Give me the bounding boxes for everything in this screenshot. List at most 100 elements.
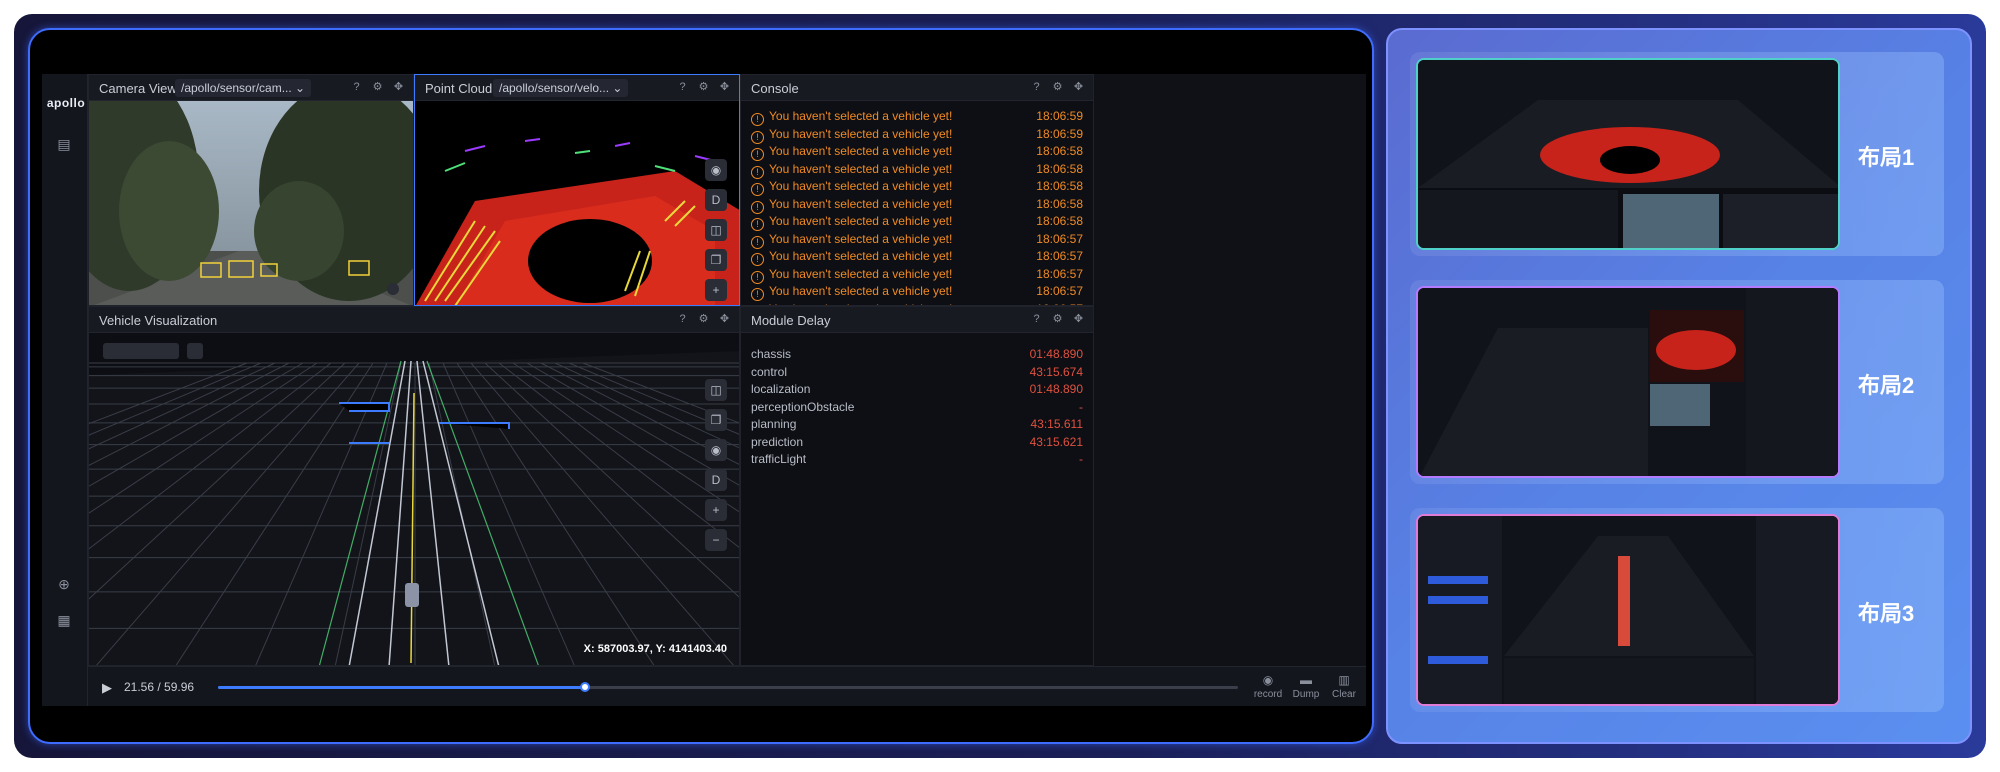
- console-message-time: 18:06:58: [1036, 196, 1083, 211]
- record-label: record: [1253, 689, 1283, 700]
- layout-selector-panel: 布局1 布局2 布局3: [1386, 28, 1972, 744]
- gear-icon[interactable]: ⚙: [1051, 313, 1064, 326]
- module-name: control: [751, 364, 788, 379]
- layers-icon[interactable]: ◉: [705, 159, 727, 181]
- copy-icon[interactable]: ❐: [705, 409, 727, 431]
- gear-icon[interactable]: ⚙: [371, 81, 384, 94]
- dump-button[interactable]: ▬ Dump: [1288, 673, 1324, 700]
- warning-icon: !: [751, 148, 764, 161]
- layout-label: 布局2: [1858, 373, 1915, 398]
- vehicle-visualization-panel: Vehicle Visualization ? ⚙ ✥ ◫ ❐ ◉ D + − …: [88, 306, 740, 666]
- module-delay-value: -: [1079, 452, 1083, 466]
- playback-progress-handle[interactable]: [580, 682, 591, 692]
- clear-button[interactable]: ▥ Clear: [1326, 673, 1362, 700]
- console-message-text: You haven't selected a vehicle yet!: [769, 249, 953, 263]
- console-message-text: You haven't selected a vehicle yet!: [769, 126, 953, 141]
- zoom-out-icon[interactable]: −: [705, 529, 727, 551]
- gear-icon[interactable]: ⚙: [1051, 81, 1064, 94]
- coordinate-readout: X: 587003.97, Y: 4141403.40: [583, 643, 727, 655]
- move-icon[interactable]: ✥: [718, 313, 731, 326]
- console-message-time: 18:06:59: [1036, 109, 1083, 123]
- console-message-time: 18:06:58: [1036, 144, 1083, 158]
- help-icon[interactable]: ?: [676, 81, 689, 94]
- move-icon[interactable]: ✥: [1072, 81, 1085, 94]
- layout-label: 布局3: [1858, 601, 1915, 626]
- 2d-3d-toggle-icon[interactable]: D: [705, 189, 727, 211]
- warning-icon: !: [751, 200, 764, 214]
- document-icon[interactable]: ▤: [54, 134, 74, 154]
- module-name: planning: [751, 417, 797, 431]
- panel-header: Camera View /apollo/sensor/cam... ⌄ ? ⚙ …: [89, 75, 413, 101]
- console-message-text: You haven't selected a vehicle yet!: [769, 109, 953, 123]
- gear-icon[interactable]: ⚙: [697, 313, 710, 326]
- module-delay-value: -: [1079, 399, 1083, 414]
- panel-header: Module Delay ? ⚙ ✥: [741, 307, 1093, 333]
- module-name: perceptionObstacle: [751, 399, 855, 414]
- move-icon[interactable]: ✥: [1072, 313, 1085, 326]
- ruler-icon[interactable]: ◫: [705, 219, 727, 241]
- presentation-stage: apollo ▤ ⊕ ▦ Camera View /apollo/sensor/…: [14, 14, 1986, 758]
- move-icon[interactable]: ✥: [392, 81, 405, 94]
- module-name: prediction: [751, 434, 804, 449]
- layout-option-3[interactable]: 布局3: [1410, 508, 1944, 712]
- console-message-text: You haven't selected a vehicle yet!: [769, 214, 953, 228]
- trash-icon: ▥: [1338, 673, 1350, 687]
- warning-icon: !: [751, 253, 764, 266]
- panel-title: Console: [751, 81, 799, 96]
- console-message-text: You haven't selected a vehicle yet!: [769, 144, 953, 158]
- dreamview-app: apollo ▤ ⊕ ▦ Camera View /apollo/sensor/…: [42, 74, 1366, 706]
- folder-icon: ▬: [1300, 673, 1312, 687]
- panel-title: Camera View: [99, 81, 177, 96]
- layout-option-1[interactable]: 布局1: [1410, 52, 1944, 256]
- zoom-in-icon[interactable]: +: [705, 279, 727, 301]
- console-message-text: You haven't selected a vehicle yet!: [769, 266, 953, 281]
- copy-icon[interactable]: ❐: [705, 249, 727, 271]
- warning-icon: !: [751, 218, 764, 231]
- panel-title: Point Cloud: [425, 81, 493, 96]
- move-icon[interactable]: ✥: [718, 81, 731, 94]
- warning-icon: !: [751, 113, 764, 126]
- help-icon[interactable]: ?: [676, 313, 689, 326]
- module-delay-value: 01:48.890: [1029, 347, 1083, 361]
- layout-thumbnail: [1416, 514, 1840, 706]
- point-cloud-view-tools: ◉ D ◫ ❐ + −: [705, 159, 727, 305]
- grid-icon[interactable]: ▦: [54, 610, 74, 630]
- playback-bar: ▶ 21.56 / 59.96 ◉ record ▬ Dump ▥ Clear: [88, 666, 1366, 706]
- warning-icon: !: [751, 288, 764, 301]
- point-cloud-channel-select[interactable]: /apollo/sensor/velo... ⌄: [493, 79, 629, 97]
- help-icon[interactable]: ?: [1030, 81, 1043, 94]
- add-circle-icon[interactable]: ⊕: [54, 574, 74, 594]
- console-message-text: You haven't selected a vehicle yet!: [769, 196, 953, 211]
- clear-label: Clear: [1332, 689, 1356, 700]
- camera-channel-select[interactable]: /apollo/sensor/cam... ⌄: [175, 79, 312, 97]
- gear-icon[interactable]: ⚙: [697, 81, 710, 94]
- 2d-3d-toggle-icon[interactable]: D: [705, 469, 727, 491]
- ruler-icon[interactable]: ◫: [705, 379, 727, 401]
- panel-title: Vehicle Visualization: [99, 313, 218, 328]
- playback-progress-track[interactable]: [218, 682, 1238, 692]
- module-name: localization: [751, 382, 811, 396]
- camera-image: [89, 101, 413, 305]
- module-delay-value: 43:15.674: [1029, 364, 1083, 379]
- module-delay-value: 43:15.611: [1030, 417, 1084, 431]
- help-icon[interactable]: ?: [1030, 313, 1043, 326]
- vehicle-view-tools: ◫ ❐ ◉ D + −: [705, 379, 727, 551]
- zoom-in-icon[interactable]: +: [705, 499, 727, 521]
- play-icon[interactable]: ▶: [102, 680, 112, 696]
- point-cloud-panel: Point Cloud /apollo/sensor/velo... ⌄ ? ⚙…: [414, 74, 740, 306]
- layout-option-2[interactable]: 布局2: [1410, 280, 1944, 484]
- help-icon[interactable]: ?: [350, 81, 363, 94]
- console-panel: Console ? ⚙ ✥ ! You haven't selected a ve…: [740, 74, 1094, 306]
- console-message-time: 18:06:58: [1036, 179, 1083, 193]
- vehicle-3d-scene: [89, 333, 739, 665]
- sidebar: apollo ▤ ⊕ ▦: [42, 74, 88, 706]
- layers-icon[interactable]: ◉: [705, 439, 727, 461]
- warning-icon: !: [751, 270, 764, 284]
- console-message-text: You haven't selected a vehicle yet!: [769, 161, 953, 176]
- console-message-time: 18:06:58: [1036, 214, 1083, 228]
- console-message-time: 18:06:57: [1036, 284, 1083, 298]
- record-button[interactable]: ◉ record: [1250, 673, 1286, 700]
- panel-header: Console ? ⚙ ✥: [741, 75, 1093, 101]
- panel-title: Module Delay: [751, 313, 831, 328]
- warning-icon: !: [751, 183, 764, 196]
